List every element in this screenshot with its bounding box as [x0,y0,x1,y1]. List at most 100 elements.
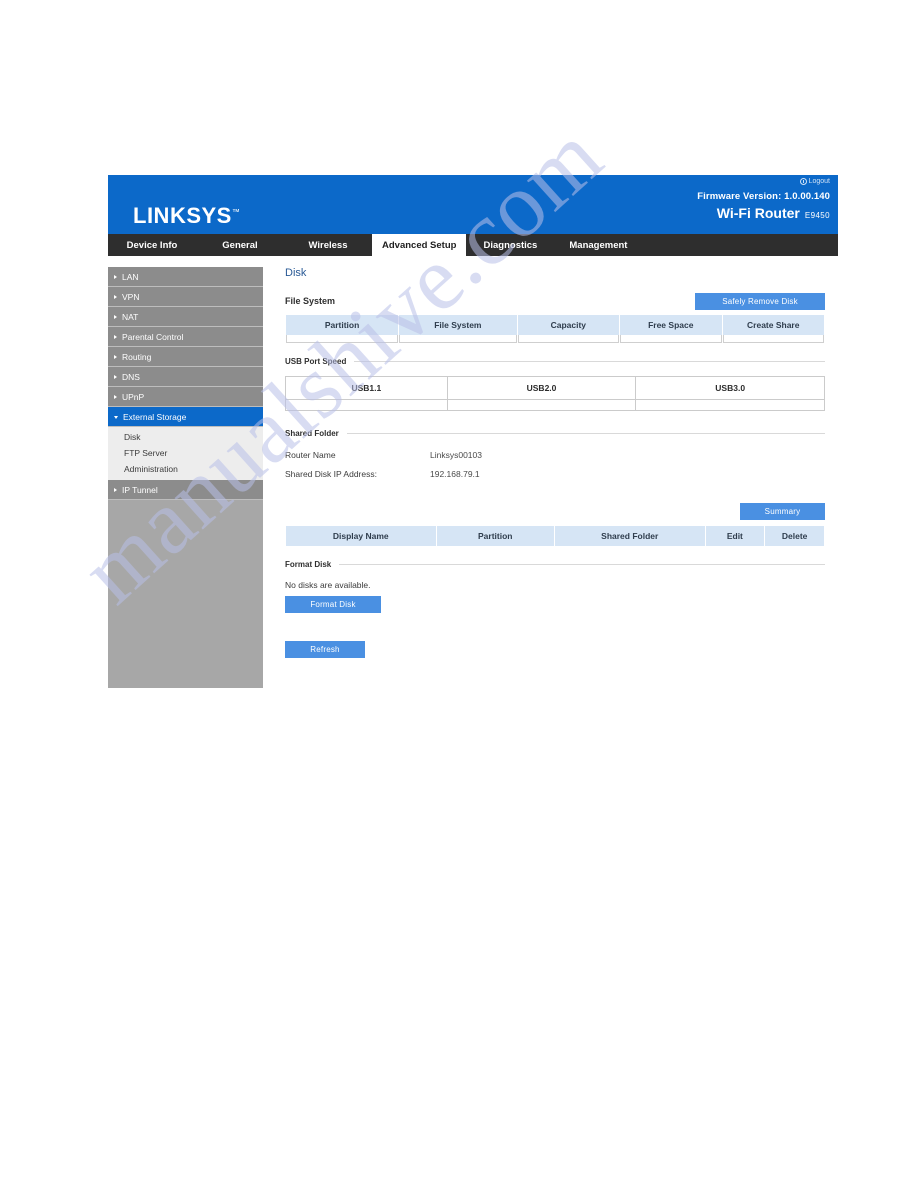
file-system-header-row: File System Safely Remove Disk [285,293,825,310]
chevron-down-icon [114,415,118,419]
chevron-right-icon [114,354,117,359]
summary-button[interactable]: Summary [740,503,825,520]
chevron-right-icon [114,394,117,399]
sidebar: LAN VPN NAT Parental Control Routing DNS… [108,267,263,688]
tab-device-info[interactable]: Device Info [108,234,196,256]
chevron-right-icon [114,374,117,379]
logout-label: Logout [808,178,830,185]
column-delete: Delete [765,526,824,546]
column-file-system: File System [399,315,517,335]
column-shared-folder: Shared Folder [554,526,705,546]
cell-file-system [399,335,517,343]
cell-usb30 [635,399,825,411]
brand-text: LINKSYS [133,203,232,228]
product-model: E9450 [804,211,830,220]
column-partition: Partition [286,315,399,335]
linksys-logo: LINKSYS™ [133,203,240,229]
tab-management[interactable]: Management [554,234,642,256]
chevron-right-icon [114,314,117,319]
divider [339,563,825,565]
format-disk-button[interactable]: Format Disk [285,596,381,613]
format-disk-header-row: Format Disk [285,556,825,572]
page-root: manualshive.com Logout Firmware Version:… [0,0,918,1188]
column-capacity: Capacity [517,315,620,335]
sidebar-item-upnp[interactable]: UPnP [108,387,263,407]
router-admin-window: Logout Firmware Version: 1.0.00.140 Wi-F… [108,175,838,688]
chevron-right-icon [114,334,117,339]
tab-advanced-setup[interactable]: Advanced Setup [372,234,467,256]
format-disk-title: Format Disk [285,559,332,569]
shared-disk-ip-row: Shared Disk IP Address: 192.168.79.1 [285,469,825,479]
body-row: LAN VPN NAT Parental Control Routing DNS… [108,256,838,688]
chevron-right-icon [114,487,117,492]
divider [346,432,825,434]
power-icon [799,178,807,185]
sidebar-item-ftp-server[interactable]: FTP Server [108,445,263,461]
shared-disk-ip-label: Shared Disk IP Address: [285,469,377,479]
table-row [286,335,824,343]
refresh-button[interactable]: Refresh [285,641,365,658]
router-name-label: Router Name [285,450,336,460]
sidebar-filler [108,500,263,688]
column-edit: Edit [705,526,765,546]
cell-create-share [722,335,824,343]
column-partition: Partition [436,526,554,546]
firmware-version: Firmware Version: 1.0.00.140 [697,191,830,202]
column-usb20: USB2.0 [446,376,637,400]
column-usb11: USB1.1 [285,376,448,400]
sidebar-item-vpn[interactable]: VPN [108,287,263,307]
file-system-title: File System [285,296,336,306]
chevron-right-icon [114,274,117,279]
summary-row: Summary [285,502,825,520]
column-free-space: Free Space [620,315,722,335]
sidebar-item-dns[interactable]: DNS [108,367,263,387]
divider [354,360,825,362]
sidebar-item-lan[interactable]: LAN [108,267,263,287]
content-panel: Disk File System Safely Remove Disk Part… [263,267,838,658]
table-header-row: Display Name Partition Shared Folder Edi… [286,526,824,546]
topnav-spacer [642,234,838,256]
sidebar-item-ip-tunnel[interactable]: IP Tunnel [108,480,263,500]
cell-usb11 [285,399,448,411]
column-create-share: Create Share [722,315,824,335]
tab-wireless[interactable]: Wireless [284,234,372,256]
cell-usb20 [446,399,637,411]
sidebar-item-label: NAT [122,311,139,322]
masthead: Logout Firmware Version: 1.0.00.140 Wi-F… [108,175,838,233]
sidebar-item-administration[interactable]: Administration [108,461,263,477]
tab-general[interactable]: General [196,234,284,256]
cell-capacity [517,335,620,343]
sidebar-item-routing[interactable]: Routing [108,347,263,367]
cell-free-space [620,335,722,343]
sidebar-item-parental-control[interactable]: Parental Control [108,327,263,347]
logout-button[interactable]: Logout [799,178,830,185]
table-row [285,399,825,411]
sidebar-item-nat[interactable]: NAT [108,307,263,327]
shared-folder-header-row: Shared Folder [285,425,825,441]
safely-remove-disk-button[interactable]: Safely Remove Disk [695,293,825,310]
page-title: Disk [285,267,307,279]
sidebar-item-label: VPN [122,291,140,302]
sidebar-item-label: IP Tunnel [122,484,158,495]
tab-diagnostics[interactable]: Diagnostics [466,234,554,256]
column-display-name: Display Name [286,526,436,546]
sidebar-item-label: External Storage [123,411,187,422]
router-name-row: Router Name Linksys00103 [285,450,825,460]
sidebar-item-disk[interactable]: Disk [108,429,263,445]
sidebar-submenu: Disk FTP Server Administration [108,427,263,480]
cell-partition [286,335,399,343]
chevron-right-icon [114,294,117,299]
shared-disk-ip-value: 192.168.79.1 [430,469,480,479]
table-header-row: USB1.1 USB2.0 USB3.0 [285,376,825,400]
router-name-value: Linksys00103 [430,450,482,460]
sidebar-item-label: UPnP [122,391,145,402]
sidebar-item-external-storage[interactable]: External Storage [108,407,263,427]
usb-port-speed-table: USB1.1 USB2.0 USB3.0 [285,376,825,411]
product-name: Wi-Fi Router [716,205,800,221]
table-header-row: Partition File System Capacity Free Spac… [286,315,824,335]
usb-port-speed-title: USB Port Speed [285,356,347,366]
file-system-table: Partition File System Capacity Free Spac… [285,315,825,343]
column-usb30: USB3.0 [635,376,825,400]
usb-port-speed-header-row: USB Port Speed [285,353,825,369]
